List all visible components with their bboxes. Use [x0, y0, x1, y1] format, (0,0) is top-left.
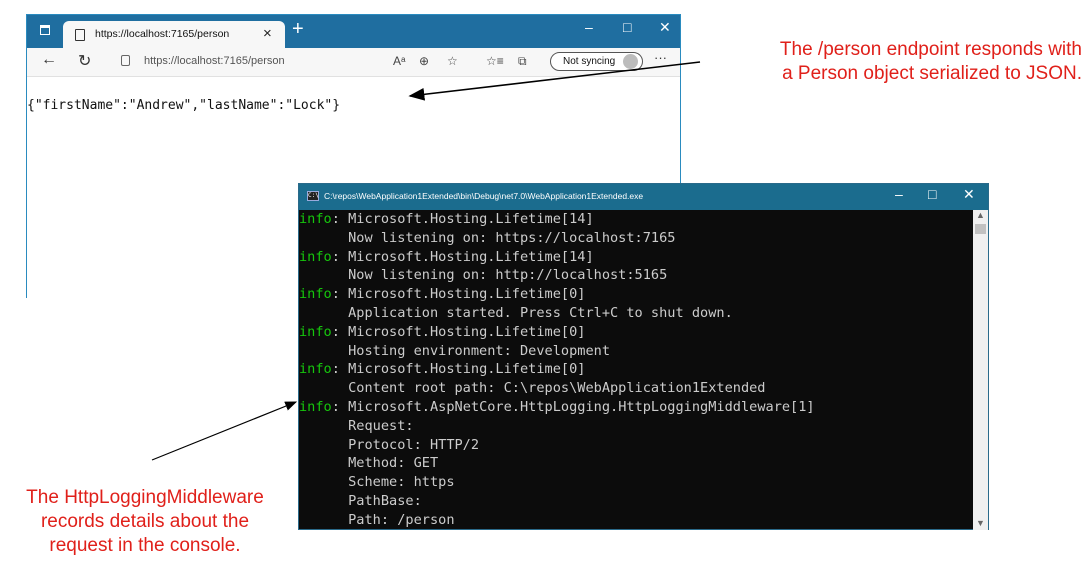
json-annotation-line-2: a Person object serialized to JSON. — [782, 63, 1082, 84]
logging-annotation-line-3: request in the console. — [49, 535, 241, 556]
json-arrow — [408, 61, 701, 101]
logging-annotation-line-1: The HttpLoggingMiddleware — [26, 487, 264, 508]
logging-annotation-line-2: records details about the — [40, 511, 250, 532]
logging-annotation: The HttpLoggingMiddleware records detail… — [0, 486, 290, 558]
logging-arrow — [151, 401, 298, 461]
json-annotation: The /person endpoint responds with a Per… — [702, 38, 1082, 86]
json-annotation-line-1: The /person endpoint responds with — [779, 39, 1082, 60]
